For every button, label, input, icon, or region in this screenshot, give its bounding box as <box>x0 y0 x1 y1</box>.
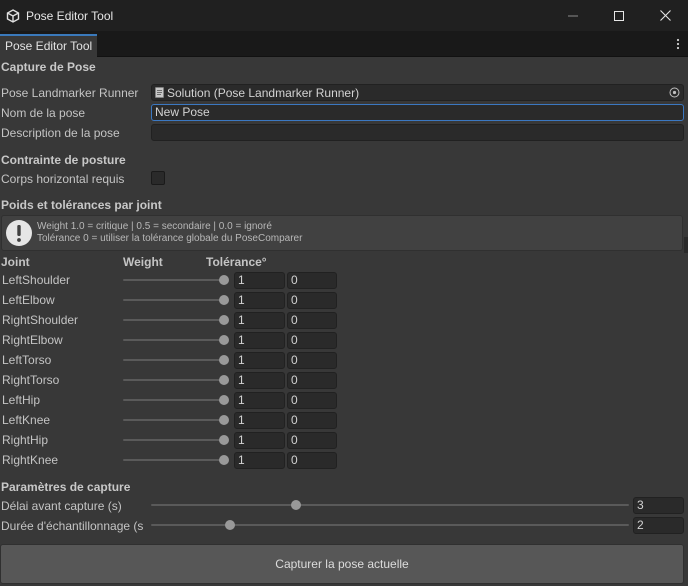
section-header-params: Paramètres de capture <box>1 480 131 494</box>
help-text-line-1: Weight 1.0 = critique | 0.5 = secondaire… <box>37 221 272 232</box>
joint-name-leftknee: LeftKnee <box>2 413 51 427</box>
joint-tolerance-input-righttorso[interactable]: 0 <box>287 372 337 389</box>
close-icon <box>659 10 671 21</box>
capture-delay-label: Délai avant capture (s) <box>1 499 122 513</box>
joint-weight-slider-thumb-leftelbow[interactable] <box>219 295 229 305</box>
minimize-button[interactable] <box>550 0 596 31</box>
joint-weight-slider-track-rightshoulder[interactable] <box>123 319 226 321</box>
pose-description-label: Description de la pose <box>1 126 120 140</box>
joint-weight-input-rightshoulder[interactable]: 1 <box>234 312 285 329</box>
joint-weight-slider-track-rightelbow[interactable] <box>123 339 226 341</box>
joint-weight-slider-track-lefttorso[interactable] <box>123 359 226 361</box>
pose-description-input[interactable] <box>151 124 684 141</box>
joint-name-rightknee: RightKnee <box>2 453 59 467</box>
joint-name-lefthip: LeftHip <box>2 393 41 407</box>
joint-weight-slider-track-leftshoulder[interactable] <box>123 279 226 281</box>
sampling-duration-slider-track[interactable] <box>151 524 629 526</box>
joint-weight-slider-thumb-leftshoulder[interactable] <box>219 275 229 285</box>
unity-logo-icon <box>6 8 20 23</box>
joint-name-leftelbow: LeftElbow <box>2 293 55 307</box>
joint-tolerance-input-leftknee[interactable]: 0 <box>287 412 337 429</box>
joint-weight-slider-thumb-rightelbow[interactable] <box>219 335 229 345</box>
joint-weight-slider-thumb-righthip[interactable] <box>219 435 229 445</box>
joint-weight-slider-thumb-lefthip[interactable] <box>219 395 229 405</box>
horizontal-body-checkbox[interactable] <box>151 171 165 185</box>
section-header-weights: Poids et tolérances par joint <box>1 198 162 212</box>
joint-name-rightshoulder: RightShoulder <box>2 313 79 327</box>
minimize-icon <box>568 15 578 16</box>
joint-tolerance-input-lefttorso[interactable]: 0 <box>287 352 337 369</box>
joint-weight-slider-track-leftknee[interactable] <box>123 419 226 421</box>
joint-weight-slider-track-rightknee[interactable] <box>123 459 226 461</box>
joint-weight-slider-thumb-leftknee[interactable] <box>219 415 229 425</box>
help-text-line-2: Tolérance 0 = utiliser la tolérance glob… <box>37 233 303 244</box>
runner-object-value: Solution (Pose Landmarker Runner) <box>167 85 360 100</box>
pose-name-input[interactable]: New Pose <box>151 104 684 121</box>
joint-weight-input-rightelbow[interactable]: 1 <box>234 332 285 349</box>
column-header-tolerance: Tolérance° <box>206 255 267 269</box>
joint-name-leftshoulder: LeftShoulder <box>2 273 71 287</box>
joint-weight-slider-thumb-rightshoulder[interactable] <box>219 315 229 325</box>
maximize-icon <box>614 10 624 21</box>
window-title-bar: Pose Editor Tool <box>0 0 688 31</box>
scrollbar-track[interactable] <box>684 237 688 253</box>
joint-weight-input-rightknee[interactable]: 1 <box>234 452 285 469</box>
joint-weight-input-leftshoulder[interactable]: 1 <box>234 272 285 289</box>
capture-delay-slider-thumb[interactable] <box>291 500 301 510</box>
joint-name-righttorso: RightTorso <box>2 373 60 387</box>
joint-tolerance-input-righthip[interactable]: 0 <box>287 432 337 449</box>
info-help-box: Weight 1.0 = critique | 0.5 = secondaire… <box>1 215 683 251</box>
column-header-weight: Weight <box>123 255 163 269</box>
joint-tolerance-input-rightknee[interactable]: 0 <box>287 452 337 469</box>
close-button[interactable] <box>642 0 688 31</box>
joint-tolerance-input-rightelbow[interactable]: 0 <box>287 332 337 349</box>
script-file-icon <box>155 87 164 98</box>
joint-weight-input-lefthip[interactable]: 1 <box>234 392 285 409</box>
joint-name-lefttorso: LeftTorso <box>2 353 52 367</box>
joint-weight-input-lefttorso[interactable]: 1 <box>234 352 285 369</box>
runner-label: Pose Landmarker Runner <box>1 86 139 100</box>
editor-tab-bar: Pose Editor Tool <box>0 31 688 57</box>
joint-weight-slider-track-lefthip[interactable] <box>123 399 226 401</box>
sampling-duration-label: Durée d'échantillonnage (s <box>1 519 144 533</box>
capture-delay-input[interactable]: 3 <box>633 497 684 514</box>
joint-tolerance-input-lefthip[interactable]: 0 <box>287 392 337 409</box>
maximize-button[interactable] <box>596 0 642 31</box>
joint-weight-input-righthip[interactable]: 1 <box>234 432 285 449</box>
joint-tolerance-input-leftshoulder[interactable]: 0 <box>287 272 337 289</box>
joint-tolerance-input-rightshoulder[interactable]: 0 <box>287 312 337 329</box>
sampling-duration-input[interactable]: 2 <box>633 517 684 534</box>
joint-weight-input-leftknee[interactable]: 1 <box>234 412 285 429</box>
joint-weight-slider-thumb-lefttorso[interactable] <box>219 355 229 365</box>
joint-tolerance-input-leftelbow[interactable]: 0 <box>287 292 337 309</box>
inspector-content: Capture de Pose Pose Landmarker Runner S… <box>0 57 688 586</box>
runner-object-field[interactable]: Solution (Pose Landmarker Runner) <box>151 84 684 101</box>
capture-pose-button[interactable]: Capturer la pose actuelle <box>0 544 684 584</box>
capture-delay-slider-track[interactable] <box>151 504 629 506</box>
joint-weight-slider-track-righthip[interactable] <box>123 439 226 441</box>
joint-weight-slider-thumb-righttorso[interactable] <box>219 375 229 385</box>
joint-name-rightelbow: RightElbow <box>2 333 63 347</box>
section-header-posture: Contrainte de posture <box>1 153 126 167</box>
sampling-duration-slider-thumb[interactable] <box>225 520 235 530</box>
object-picker-icon[interactable] <box>669 87 680 98</box>
horizontal-body-label: Corps horizontal requis <box>1 172 125 186</box>
joint-weight-input-leftelbow[interactable]: 1 <box>234 292 285 309</box>
tab-pose-editor-tool[interactable]: Pose Editor Tool <box>0 34 98 57</box>
column-header-joint: Joint <box>1 255 30 269</box>
window-title: Pose Editor Tool <box>26 8 114 23</box>
joint-weight-slider-track-leftelbow[interactable] <box>123 299 226 301</box>
joint-weight-slider-thumb-rightknee[interactable] <box>219 455 229 465</box>
info-exclamation-icon <box>6 220 32 246</box>
pose-name-label: Nom de la pose <box>1 106 86 120</box>
section-header-capture: Capture de Pose <box>1 60 96 74</box>
joint-weight-input-righttorso[interactable]: 1 <box>234 372 285 389</box>
joint-weight-slider-track-righttorso[interactable] <box>123 379 226 381</box>
joint-name-righthip: RightHip <box>2 433 49 447</box>
kebab-menu-icon[interactable] <box>676 38 680 50</box>
